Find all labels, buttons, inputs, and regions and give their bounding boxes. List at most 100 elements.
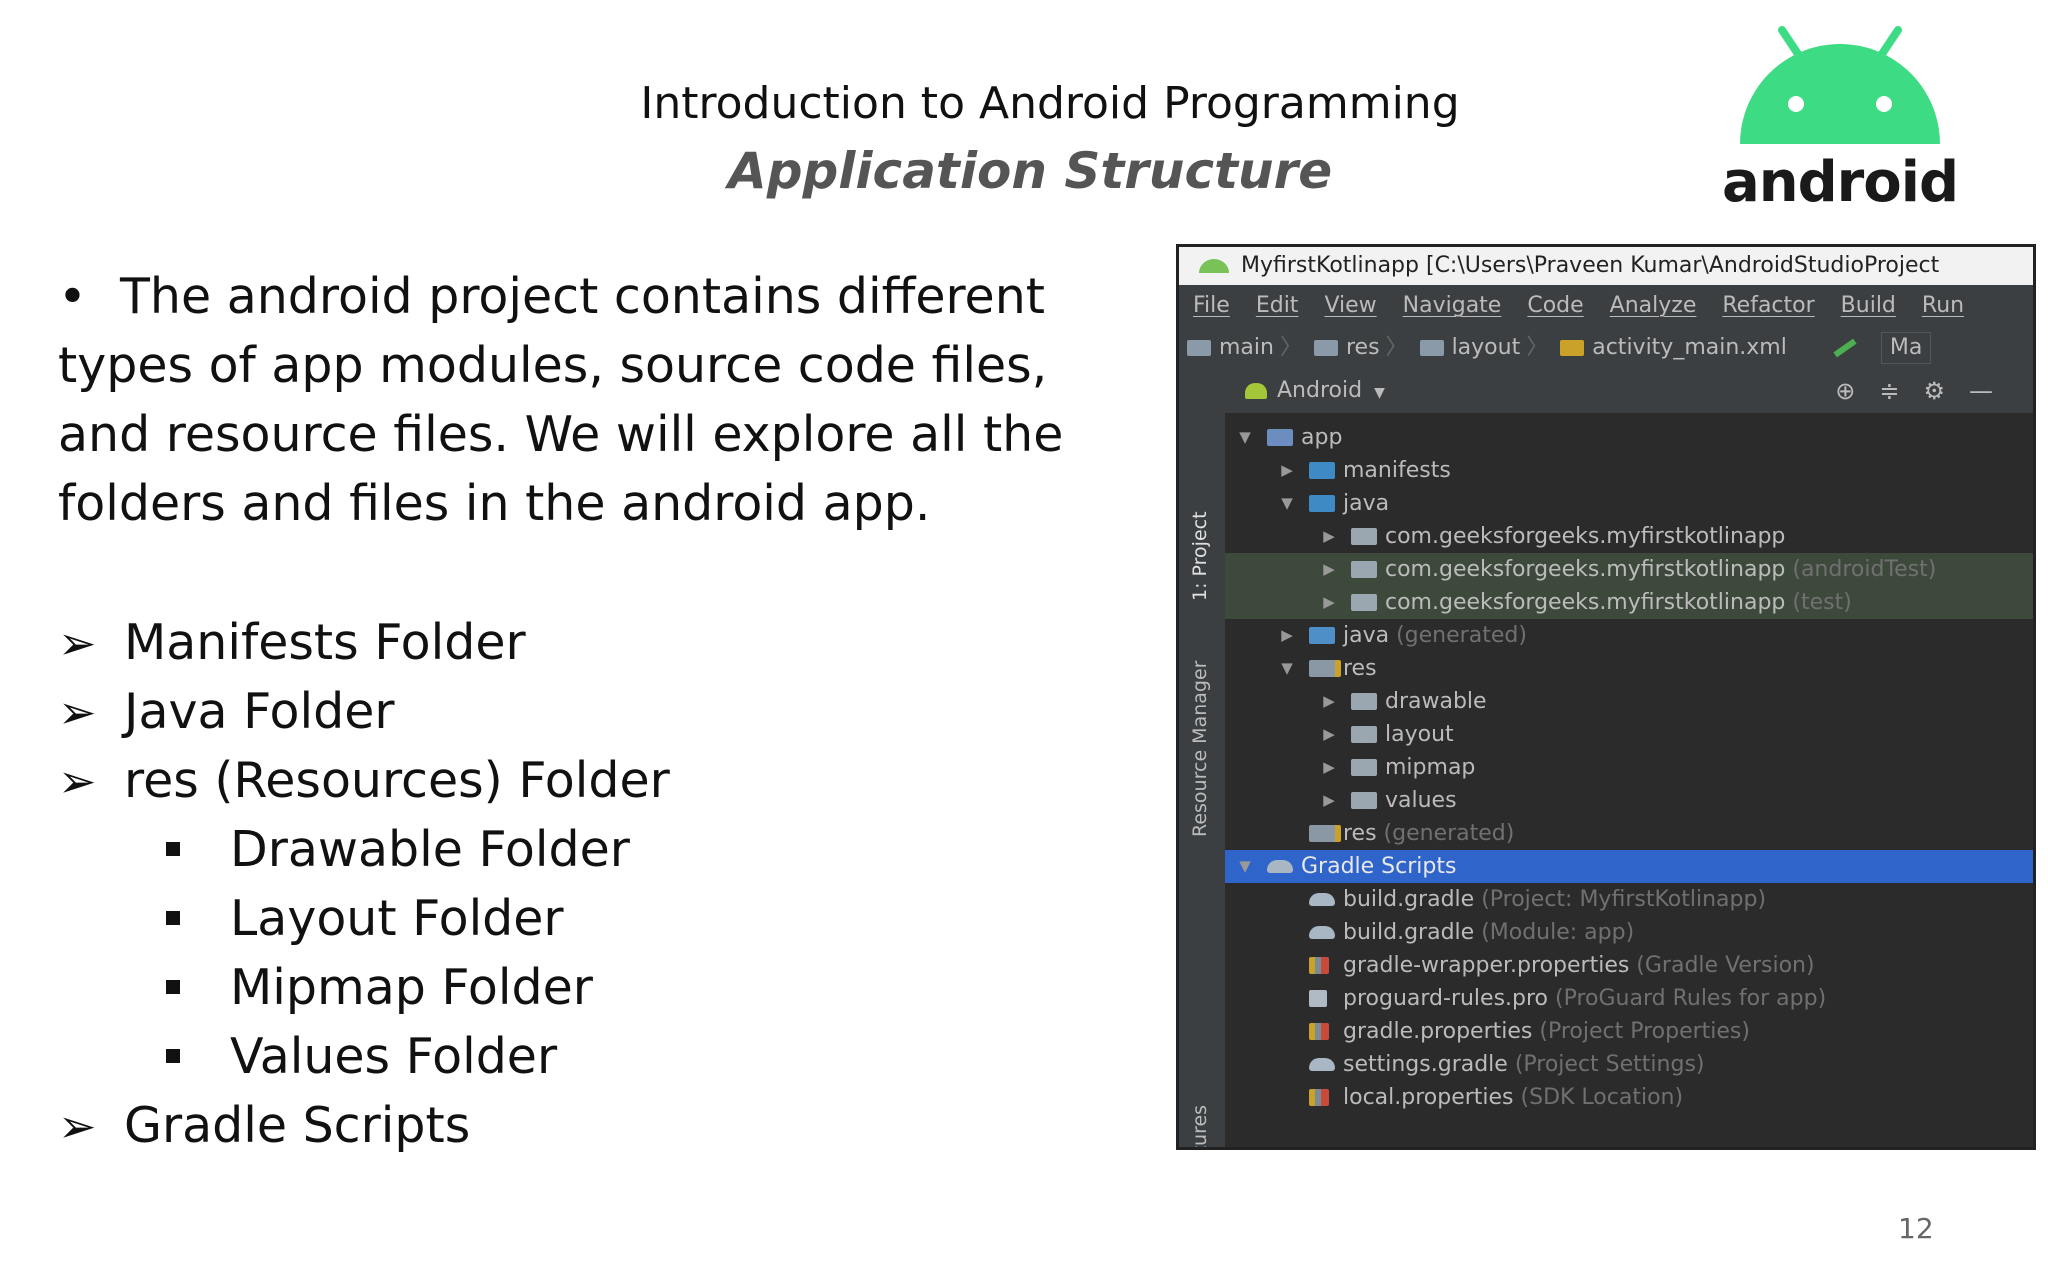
tree-row[interactable]: ▶ mipmap — [1225, 751, 2033, 784]
folder-grey-icon — [1351, 759, 1377, 776]
tree-row[interactable]: proguard-rules.pro (ProGuard Rules for a… — [1225, 982, 2033, 1015]
project-tree: ▼ app ▶ manifests ▼ java ▶ com.geeksforgeeks.my… — [1225, 413, 2033, 1147]
breadcrumb-label: res — [1345, 335, 1380, 360]
menu-build[interactable]: Build — [1841, 293, 1896, 318]
tree-row[interactable]: ▶ values — [1225, 784, 2033, 817]
tree-row[interactable]: settings.gradle (Project Settings) — [1225, 1048, 2033, 1081]
expanded-arrow-icon[interactable]: ▼ — [1235, 421, 1255, 454]
breadcrumb-activity-main[interactable]: activity_main.xml — [1560, 327, 1787, 369]
menu-view[interactable]: View — [1324, 293, 1376, 318]
tree-row-label: gradle-wrapper.properties (Gradle Versio… — [1343, 953, 1815, 978]
locate-icon[interactable]: ⊕ — [1835, 377, 1879, 405]
arrow-bullet-icon: ➢ — [58, 616, 97, 670]
tree-row-hint: (androidTest) — [1785, 557, 1937, 582]
sub-list-item: Mipmap Folder — [166, 953, 593, 1022]
tree-row-label: local.properties (SDK Location) — [1343, 1085, 1684, 1110]
slide-subtitle: Application Structure — [728, 142, 1333, 200]
breadcrumb-layout[interactable]: layout 〉 — [1419, 327, 1555, 369]
collapsed-arrow-icon[interactable]: ▶ — [1319, 586, 1339, 619]
collapsed-arrow-icon[interactable]: ▶ — [1319, 685, 1339, 718]
tree-row[interactable]: ▶ com.geeksforgeeks.myfirstkotlinapp — [1225, 520, 2033, 553]
collapse-icon[interactable]: ≑ — [1879, 377, 1923, 405]
collapsed-arrow-icon[interactable]: ▶ — [1277, 454, 1297, 487]
collapsed-arrow-icon[interactable]: ▶ — [1319, 553, 1339, 586]
square-bullet-icon — [166, 979, 180, 994]
square-bullet-icon — [166, 841, 180, 856]
tree-row[interactable]: ▼ Gradle Scripts — [1225, 850, 2033, 883]
slide-title: Introduction to Android Programming — [640, 78, 1460, 129]
run-config-label: Ma — [1889, 335, 1923, 360]
sub-list-item: Drawable Folder — [166, 815, 630, 884]
breadcrumb-main[interactable]: main 〉 — [1187, 327, 1308, 369]
collapsed-arrow-icon[interactable]: ▶ — [1319, 751, 1339, 784]
menu-navigate[interactable]: Navigate — [1403, 293, 1502, 318]
menu-file[interactable]: File — [1193, 293, 1230, 318]
android-studio-screenshot: MyfirstKotlinapp [C:\Users\Praveen Kumar… — [1176, 244, 2036, 1150]
menu-edit[interactable]: Edit — [1256, 293, 1299, 318]
tree-row-label: Gradle Scripts — [1301, 854, 1457, 879]
tree-row[interactable]: local.properties (SDK Location) — [1225, 1081, 2033, 1114]
folder-res-icon — [1309, 660, 1341, 677]
tree-row[interactable]: ▶ java (generated) — [1225, 619, 2033, 652]
tab-project[interactable]: 1: Project — [1189, 511, 1211, 601]
gradle-icon — [1267, 860, 1293, 873]
tree-row-hint: (SDK Location) — [1513, 1085, 1684, 1110]
chevron-down-icon[interactable]: ▼ — [1374, 385, 1385, 401]
tree-row[interactable]: build.gradle (Project: MyfirstKotlinapp) — [1225, 883, 2033, 916]
breadcrumb-label: main — [1219, 335, 1274, 360]
android-view-icon — [1245, 383, 1267, 399]
square-bullet-icon — [166, 910, 180, 925]
breadcrumb-res[interactable]: res 〉 — [1313, 327, 1414, 369]
collapsed-arrow-icon[interactable]: ▶ — [1277, 619, 1297, 652]
ide-menu-bar: File Edit View Navigate Code Analyze Refactor B… — [1179, 285, 2033, 327]
props-icon — [1309, 1089, 1329, 1106]
tree-row[interactable]: gradle-wrapper.properties (Gradle Versio… — [1225, 949, 2033, 982]
expanded-arrow-icon[interactable]: ▼ — [1277, 652, 1297, 685]
tree-row[interactable]: ▼ java — [1225, 487, 2033, 520]
list-item-label: Gradle Scripts — [124, 1097, 471, 1154]
menu-refactor[interactable]: Refactor — [1722, 293, 1814, 318]
view-mode-select[interactable]: Android — [1277, 378, 1362, 403]
list-item-label: Drawable Folder — [230, 821, 630, 878]
tree-row[interactable]: ▶ layout — [1225, 718, 2033, 751]
collapsed-arrow-icon[interactable]: ▶ — [1319, 784, 1339, 817]
folder-grey-icon — [1351, 528, 1377, 545]
expanded-arrow-icon[interactable]: ▼ — [1235, 850, 1255, 883]
app-icon — [1267, 429, 1293, 446]
menu-code[interactable]: Code — [1527, 293, 1583, 318]
run-config-select[interactable]: Ma — [1880, 332, 1932, 364]
list-item-label: res (Resources) Folder — [124, 752, 670, 809]
folder-grey-icon — [1351, 561, 1377, 578]
collapsed-arrow-icon[interactable]: ▶ — [1319, 520, 1339, 553]
tree-row[interactable]: build.gradle (Module: app) — [1225, 916, 2033, 949]
bullet-block: • The android project contains different … — [58, 262, 1148, 538]
tab-resource-manager[interactable]: Resource Manager — [1189, 661, 1211, 837]
menu-analyze[interactable]: Analyze — [1610, 293, 1697, 318]
tree-row[interactable]: gradle.properties (Project Properties) — [1225, 1015, 2033, 1048]
tree-row-label: values — [1385, 788, 1457, 813]
tree-row-label: manifests — [1343, 458, 1451, 483]
tree-row[interactable]: ▶ com.geeksforgeeks.myfirstkotlinapp (tes… — [1225, 586, 2033, 619]
expanded-arrow-icon[interactable]: ▼ — [1277, 487, 1297, 520]
tree-row-label: java — [1343, 491, 1390, 516]
menu-run[interactable]: Run — [1922, 293, 1964, 318]
tab-layout-captures[interactable]: Layout Captures — [1189, 1105, 1211, 1147]
tree-row[interactable]: res (generated) — [1225, 817, 2033, 850]
tool-window-strip: 1: Project Resource Manager Layout Captu… — [1179, 369, 1226, 1147]
hammer-icon[interactable] — [1833, 338, 1857, 358]
tree-row-hint: (test) — [1785, 590, 1852, 615]
tree-row[interactable]: ▼ app — [1225, 421, 2033, 454]
tree-row[interactable]: ▼ res — [1225, 652, 2033, 685]
gear-icon[interactable]: ⚙ — [1923, 377, 1969, 405]
android-robot-icon — [1740, 26, 1940, 144]
project-view-tools: ⊕≑⚙— — [1835, 369, 2017, 413]
folder-grey-icon — [1351, 693, 1377, 710]
collapsed-arrow-icon[interactable]: ▶ — [1319, 718, 1339, 751]
tree-row-label: drawable — [1385, 689, 1487, 714]
tree-row[interactable]: ▶ drawable — [1225, 685, 2033, 718]
tree-row-hint: (Project Settings) — [1507, 1052, 1705, 1077]
minimize-icon[interactable]: — — [1969, 377, 2017, 405]
tree-row[interactable]: ▶ com.geeksforgeeks.myfirstkotlinapp (and… — [1225, 553, 2033, 586]
tree-row[interactable]: ▶ manifests — [1225, 454, 2033, 487]
list-item-label: Layout Folder — [230, 890, 564, 947]
